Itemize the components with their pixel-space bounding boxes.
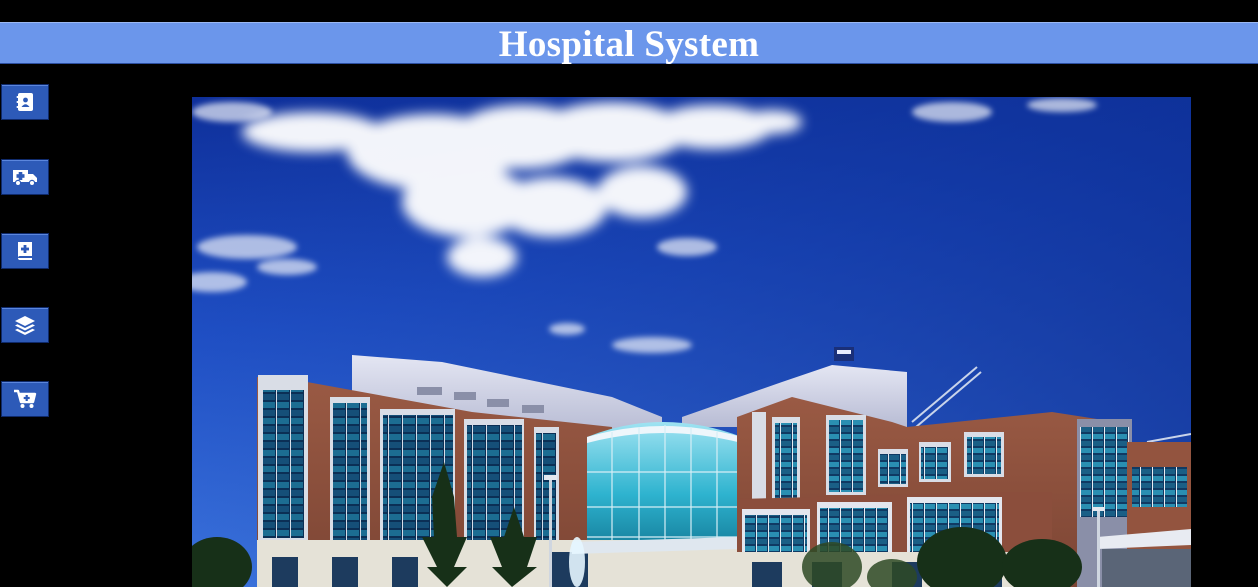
sidebar-item-ambulance[interactable] [1,159,49,195]
sidebar-item-medical-records[interactable] [1,233,49,269]
sidebar-item-contacts[interactable] [1,84,49,120]
contact-book-icon [14,91,36,113]
hospital-building-photo [192,97,1191,587]
page: Hospital System [0,0,1258,587]
sidebar-item-cart[interactable] [1,381,49,417]
medical-book-icon [14,240,36,262]
header-bar: Hospital System [0,22,1258,64]
ambulance-icon [11,166,39,188]
sidebar-item-layers[interactable] [1,307,49,343]
layers-icon [13,314,37,336]
page-title: Hospital System [498,23,760,65]
shopping-cart-icon [13,388,37,410]
